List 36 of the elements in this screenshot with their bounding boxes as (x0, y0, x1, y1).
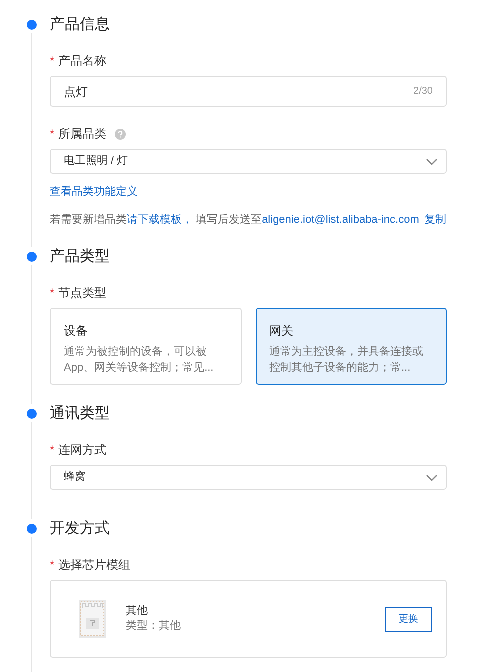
replace-button[interactable]: 更换 (385, 606, 432, 632)
field-label: 连网方式 (58, 442, 107, 459)
card-title: 设备 (64, 323, 89, 340)
required-mark: * (50, 557, 55, 574)
field-label: 选择芯片模组 (58, 557, 131, 574)
char-counter: 2/30 (414, 85, 433, 99)
field-label: 所属品类 (58, 126, 107, 143)
field-label: 节点类型 (58, 285, 107, 302)
required-mark: * (50, 285, 55, 302)
section-title: 产品信息 (50, 15, 111, 35)
module-name: 其他 (126, 604, 149, 619)
chevron-down-icon (426, 158, 438, 166)
chevron-down-icon (426, 474, 438, 482)
note-link[interactable]: 请下载模板， (127, 214, 193, 226)
section-title: 开发方式 (50, 519, 111, 539)
card-title: 网关 (270, 323, 294, 340)
required-mark: * (50, 53, 55, 70)
note-link[interactable]: 复制 (424, 214, 446, 226)
option-card[interactable]: 设备 通常为被控制的设备，可以被App、网关等设备控制；常见... (50, 308, 242, 385)
card-description: 通常为被控制的设备，可以被App、网关等设备控制；常见... (64, 344, 215, 376)
option-card[interactable]: 网关 通常为主控设备，并具备连接或控制其他子设备的能力；常... (256, 308, 447, 385)
help-note: 若需要新增品类请下载模板， 填写后发送至aligenie.iot@list.alibaba-inc.com 复制 (50, 212, 448, 228)
note-link[interactable]: aligenie.iot@list.alibaba-inc.com (262, 214, 420, 226)
required-mark: * (50, 442, 55, 459)
module-type: 类型：其他 (126, 619, 182, 634)
help-icon[interactable] (114, 128, 126, 140)
select-field[interactable]: 蜂窝 (50, 465, 447, 490)
category-link[interactable]: 查看品类功能定义 (50, 184, 138, 200)
chip-module-icon (79, 600, 106, 638)
section-title: 通讯类型 (50, 404, 111, 424)
select-field[interactable]: 电工照明 / 灯 (50, 149, 447, 174)
text-input[interactable]: 点灯 2/30 (50, 76, 447, 107)
section-title: 产品类型 (50, 247, 111, 267)
required-mark: * (50, 126, 55, 143)
card-description: 通常为主控设备，并具备连接或控制其他子设备的能力；常... (270, 344, 424, 376)
field-label: 产品名称 (58, 53, 107, 70)
